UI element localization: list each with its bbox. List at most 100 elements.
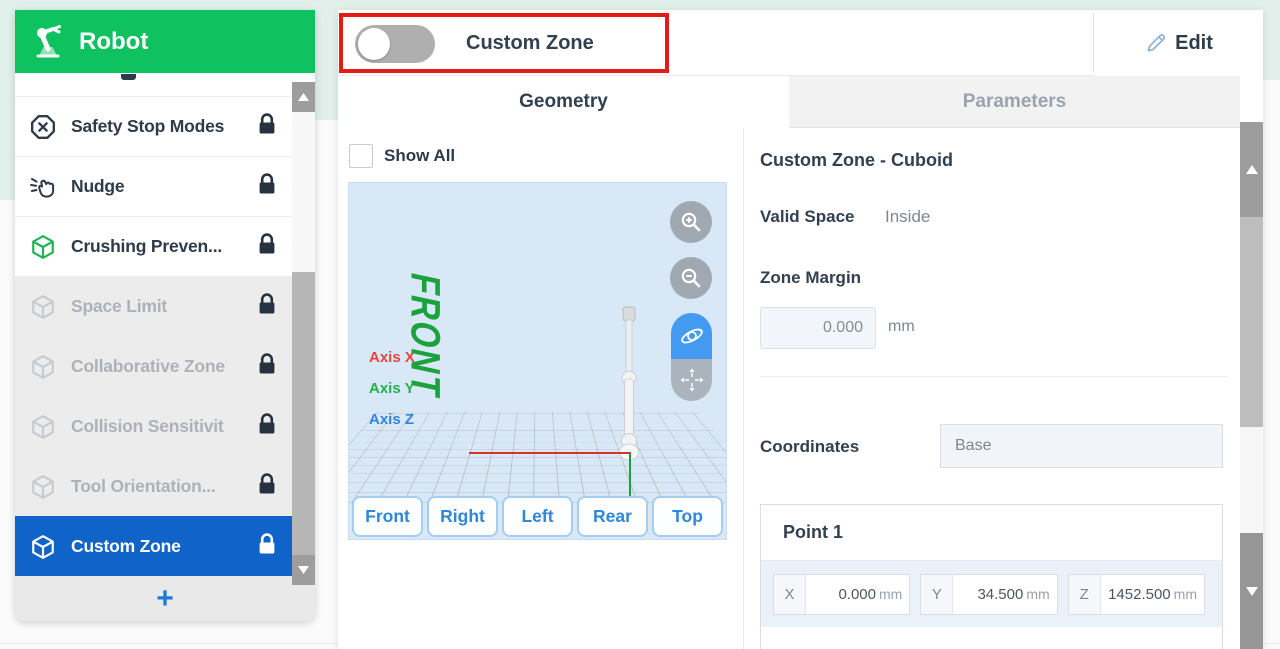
valid-space-value: Inside [885,207,930,227]
robot-arm-icon [31,24,71,60]
rotate-view-button[interactable] [671,313,712,359]
tab-bar: Geometry Parameters [338,76,1240,128]
background-gap-band [315,0,338,120]
show-all-control: Show All [349,144,455,168]
point-field-x[interactable]: X0.000mm [773,574,910,615]
sidebar-item-label: Crushing Preven... [71,236,257,257]
view-buttons: FrontRightLeftRearTop [352,496,723,537]
cube-icon [30,473,57,500]
zoom-out-button[interactable] [670,257,712,299]
sidebar-item-tool-orientation[interactable]: Tool Orientation... [15,456,292,516]
lock-icon [257,233,277,260]
unit-label: mm [1174,575,1204,614]
show-all-checkbox[interactable] [349,144,373,168]
arrow-up-icon [1246,165,1258,174]
zone-margin-input[interactable] [760,307,876,349]
view-left-button[interactable]: Left [502,496,573,537]
cube-icon [30,413,57,440]
zoom-in-button[interactable] [670,201,712,243]
sidebar-item-label: Collision Sensitivit [71,416,257,437]
lock-icon [257,293,277,320]
custom-zone-toggle[interactable] [355,25,435,63]
lock-icon [257,473,277,500]
sidebar-item-label: Safety Stop Modes [71,116,257,137]
axis-label: Y [921,575,953,614]
pencil-icon [1144,32,1167,55]
toggle-knob [358,28,390,60]
sidebar-item-crushing-preven[interactable]: Crushing Preven... [15,216,292,276]
sidebar-item-label: Space Limit [71,296,257,317]
octagon-x-icon [30,113,57,140]
coordinate-value: 0.000 [806,575,876,614]
coordinates-label: Coordinates [760,437,859,457]
valid-space-label: Valid Space [760,207,855,227]
coordinates-select[interactable]: Base [940,424,1223,468]
sidebar-item-partial[interactable] [15,73,292,96]
main-scroll-thumb[interactable] [1240,217,1263,427]
sidebar-item-collision-sensitivit[interactable]: Collision Sensitivit [15,396,292,456]
tab-parameters[interactable]: Parameters [789,76,1240,128]
tab-geometry[interactable]: Geometry [338,76,789,128]
sidebar-item-collaborative-zone[interactable]: Collaborative Zone [15,336,292,396]
top-bar: Custom Zone Edit [338,10,1263,76]
edit-label: Edit [1175,32,1213,55]
sidebar-item-space-limit[interactable]: Space Limit [15,276,292,336]
sidebar-title: Robot [79,28,148,56]
sidebar-scrollbar [292,73,315,585]
coordinate-value: 1452.500 [1101,575,1171,614]
lock-icon [257,353,277,380]
background-left-band [0,0,15,200]
point-1-fields: X0.000mmY34.500mmZ1452.500mm [761,561,1222,627]
section-divider [760,376,1228,377]
sidebar-scroll-down-button[interactable] [292,555,315,585]
details-divider [743,128,744,649]
pan-view-button[interactable] [671,359,712,401]
zone-margin-unit: mm [888,318,915,336]
view-top-button[interactable]: Top [652,496,723,537]
cube-icon [30,353,57,380]
main-scroll-down-button[interactable] [1240,533,1263,649]
axis-z-line [629,453,631,497]
sidebar: Robot Safety Stop Modes Nudge Crushing Pre… [15,10,315,621]
view-front-button[interactable]: Front [352,496,423,537]
lock-icon [257,413,277,440]
sidebar-item-label: Custom Zone [71,536,257,557]
magnifier-plus-icon [679,210,703,234]
robot-3d-viewer[interactable]: Axis XAxis YAxis Z FRONT [348,182,727,540]
coordinate-value: 34.500 [953,575,1023,614]
show-all-label: Show All [384,146,455,166]
point-1-title: Point 1 [761,505,1222,561]
sidebar-scroll-up-button[interactable] [292,82,315,112]
sidebar-scroll-track[interactable] [292,112,315,272]
details-title: Custom Zone - Cuboid [760,150,953,171]
main-scroll-track[interactable] [1240,427,1263,533]
point-field-y[interactable]: Y34.500mm [920,574,1057,615]
lock-icon [257,533,277,560]
sidebar-item-nudge[interactable]: Nudge [15,156,292,216]
toggle-label: Custom Zone [466,10,594,76]
sidebar-item-label: Tool Orientation... [71,476,257,497]
plus-icon: + [156,579,174,619]
edit-button[interactable]: Edit [1094,10,1263,76]
sidebar-scroll-thumb[interactable] [292,272,315,555]
point-field-z[interactable]: Z1452.500mm [1068,574,1205,615]
add-zone-button[interactable]: + [15,576,315,621]
cube-icon [30,233,57,260]
background-right-band [1263,0,1280,80]
sidebar-item-custom-zone[interactable]: Custom Zone [15,516,292,576]
sidebar-item-label: Nudge [71,176,257,197]
main-scroll-up-button[interactable] [1240,122,1263,217]
main-panel: Custom Zone Edit Geometry Parameters Sho… [338,10,1263,649]
cube-icon [30,293,57,320]
lock-icon [257,173,277,200]
unit-label: mm [1026,575,1056,614]
view-right-button[interactable]: Right [427,496,498,537]
sidebar-item-safety-stop-modes[interactable]: Safety Stop Modes [15,96,292,156]
main-scrollbar [1240,122,1263,649]
axis-label: Z [1069,575,1101,614]
axis-label-axis-z: Axis Z [369,411,415,442]
cube-icon [30,533,57,560]
magnifier-minus-icon [679,266,703,290]
view-rear-button[interactable]: Rear [577,496,648,537]
floor-front-label: FRONT [402,269,450,403]
